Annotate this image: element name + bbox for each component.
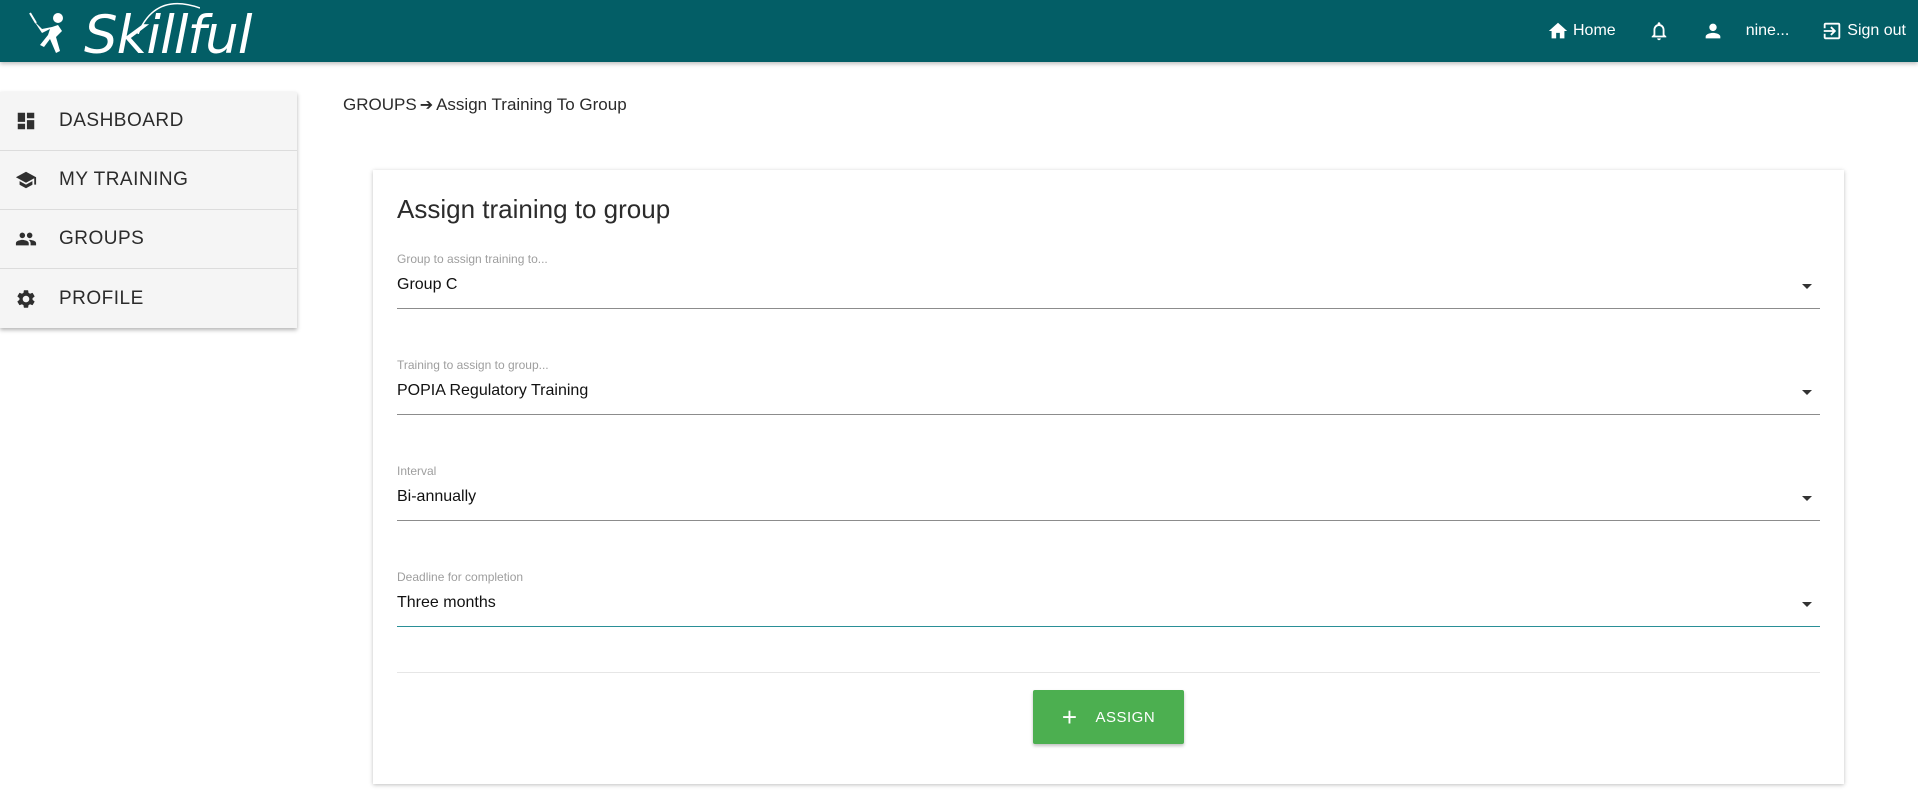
user-name: nine... bbox=[1745, 22, 1790, 39]
group-select-value: Group C bbox=[397, 276, 458, 293]
logo-swoosh bbox=[137, 2, 200, 34]
dashboard-icon bbox=[17, 112, 35, 130]
breadcrumb: GROUPS ➔ Assign Training To Group bbox=[343, 95, 627, 115]
breadcrumb-arrow-icon: ➔ bbox=[419, 97, 434, 114]
dropdown-arrow-icon bbox=[1802, 390, 1812, 395]
sidebar-item-dashboard[interactable]: DASHBOARD bbox=[0, 92, 297, 151]
assign-button-label: ASSIGN bbox=[1095, 708, 1156, 726]
training-select-label: Training to assign to group... bbox=[397, 358, 549, 372]
top-nav-actions: Home nine... Sign out bbox=[1547, 0, 1918, 62]
home-label: Home bbox=[1573, 22, 1616, 39]
sign-out-link[interactable]: Sign out bbox=[1821, 20, 1906, 42]
people-icon bbox=[15, 232, 37, 246]
assign-training-card: Assign training to group Group to assign… bbox=[373, 170, 1844, 784]
interval-select-value: Bi-annually bbox=[397, 488, 477, 505]
sidebar-item-label: DASHBOARD bbox=[59, 110, 184, 131]
form-divider bbox=[397, 672, 1820, 673]
sidebar-item-profile[interactable]: PROFILE bbox=[0, 269, 297, 328]
assign-button[interactable]: + ASSIGN bbox=[1033, 690, 1184, 744]
home-icon bbox=[1548, 22, 1568, 39]
top-navbar: Skillful Home nine... Sign out bbox=[0, 0, 1918, 62]
sidebar-nav: DASHBOARD MY TRAINING GROUPS PROFILE bbox=[0, 92, 297, 328]
field-underline bbox=[397, 414, 1820, 415]
dropdown-arrow-icon bbox=[1802, 496, 1812, 501]
dropdown-arrow-icon bbox=[1802, 284, 1812, 289]
plus-icon: + bbox=[1061, 702, 1078, 732]
notifications-button[interactable] bbox=[1648, 20, 1670, 42]
home-link[interactable]: Home bbox=[1547, 20, 1616, 42]
training-select-value: POPIA Regulatory Training bbox=[397, 382, 589, 399]
deadline-select-value: Three months bbox=[397, 594, 496, 611]
sidebar-item-my-training[interactable]: MY TRAINING bbox=[0, 151, 297, 210]
sidebar-item-label: MY TRAINING bbox=[59, 169, 189, 190]
breadcrumb-current: Assign Training To Group bbox=[436, 95, 627, 114]
group-select[interactable]: Group to assign training to... Group C bbox=[397, 252, 1820, 318]
dropdown-arrow-icon bbox=[1802, 602, 1812, 607]
field-underline bbox=[397, 520, 1820, 521]
person-icon bbox=[1705, 23, 1721, 39]
group-select-label: Group to assign training to... bbox=[397, 252, 548, 266]
page-title: Assign training to group bbox=[397, 194, 671, 224]
breadcrumb-groups-link[interactable]: GROUPS bbox=[343, 95, 417, 115]
sign-out-label: Sign out bbox=[1847, 22, 1906, 39]
sidebar-item-label: PROFILE bbox=[59, 287, 144, 309]
sidebar-item-groups[interactable]: GROUPS bbox=[0, 210, 297, 269]
gear-icon bbox=[17, 289, 35, 308]
deadline-select-label: Deadline for completion bbox=[397, 570, 524, 584]
field-underline-focused bbox=[397, 626, 1820, 627]
sign-out-icon bbox=[1824, 22, 1841, 40]
user-menu[interactable]: nine... bbox=[1702, 20, 1790, 42]
deadline-select[interactable]: Deadline for completion Three months bbox=[397, 570, 1820, 636]
interval-select-label: Interval bbox=[397, 464, 437, 478]
field-underline bbox=[397, 308, 1820, 309]
interval-select[interactable]: Interval Bi-annually bbox=[397, 464, 1820, 530]
bell-icon bbox=[1651, 22, 1667, 41]
graduation-cap-icon bbox=[15, 171, 37, 189]
training-select[interactable]: Training to assign to group... POPIA Reg… bbox=[397, 358, 1820, 424]
sidebar-item-label: GROUPS bbox=[59, 228, 145, 249]
